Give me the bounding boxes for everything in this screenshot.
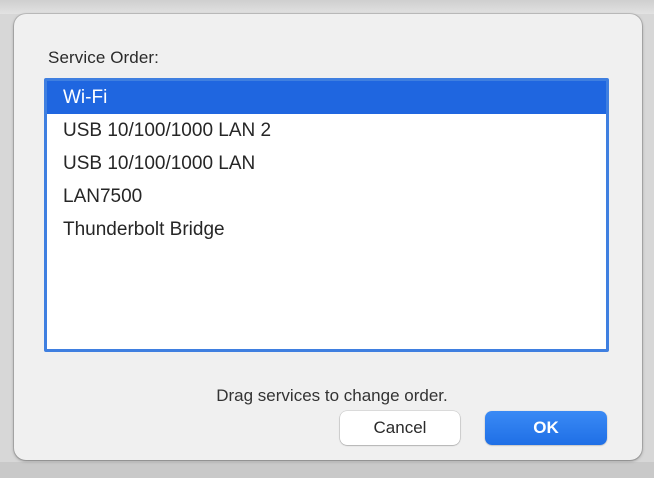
drag-hint-text: Drag services to change order. — [216, 386, 448, 405]
service-order-dialog: Service Order: Wi-Fi USB 10/100/1000 LAN… — [14, 14, 642, 460]
service-item-usb-lan-2[interactable]: USB 10/100/1000 LAN 2 — [47, 114, 606, 147]
ok-button[interactable]: OK — [485, 411, 607, 445]
service-order-list[interactable]: Wi-Fi USB 10/100/1000 LAN 2 USB 10/100/1… — [44, 78, 609, 352]
service-item-wifi[interactable]: Wi-Fi — [47, 81, 606, 114]
service-item-lan7500[interactable]: LAN7500 — [47, 180, 606, 213]
service-item-thunderbolt-bridge[interactable]: Thunderbolt Bridge — [47, 213, 606, 246]
background-window — [0, 0, 654, 14]
cancel-button[interactable]: Cancel — [340, 411, 460, 445]
service-item-usb-lan[interactable]: USB 10/100/1000 LAN — [47, 147, 606, 180]
dialog-title: Service Order: — [48, 48, 159, 67]
background-window-bottom — [0, 462, 654, 478]
